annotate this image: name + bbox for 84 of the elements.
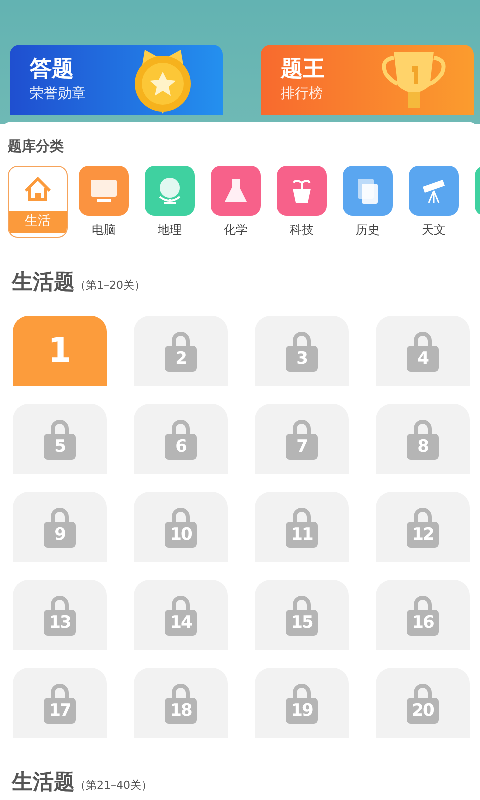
padlock-icon [290,420,314,434]
level-number: 2 [165,346,197,372]
level-button[interactable]: 1 [13,316,107,386]
category-tab[interactable]: 生活 [8,166,68,238]
padlock-icon [411,596,435,610]
category-tab[interactable]: 科技 [272,166,332,238]
level-button[interactable]: 16 [376,580,470,650]
category-label: 电脑 [92,222,116,238]
category-tab[interactable]: 天文 [404,166,464,238]
level-button[interactable]: 18 [134,668,228,738]
level-range: （第1–20关） [75,278,146,293]
banner-title: 题王 [281,56,325,84]
padlock-icon [411,684,435,698]
level-button[interactable]: 11 [255,492,349,562]
banner-card[interactable]: 题王 排行榜 [261,45,474,115]
padlock-icon [169,596,193,610]
section-title: 生活题 [12,269,75,296]
level-number: 1 [48,331,72,371]
padlock-icon [290,596,314,610]
section-heading: 题库分类 [7,138,65,157]
level-number: 3 [286,346,318,372]
level-button[interactable]: 15 [255,580,349,650]
padlock-icon [169,332,193,346]
banner-subtitle: 荣誉勋章 [30,85,86,104]
padlock-icon [290,332,314,346]
level-number: 15 [286,610,318,636]
padlock-icon [169,420,193,434]
level-range: （第21–40关） [75,778,152,793]
level-button[interactable]: 8 [376,404,470,474]
category-label: 地理 [158,222,182,238]
level-button[interactable]: 19 [255,668,349,738]
padlock-icon [290,508,314,522]
level-number: 14 [165,610,197,636]
level-button[interactable]: 17 [13,668,107,738]
padlock-icon [169,508,193,522]
category-label: 生活 [9,211,67,233]
category-tab[interactable]: 电脑 [74,166,134,238]
level-button[interactable]: 13 [13,580,107,650]
padlock-icon [48,508,72,522]
level-number: 11 [286,522,318,548]
level-number: 19 [286,698,318,724]
category-tab[interactable]: 历史 [338,166,398,238]
level-button[interactable]: 20 [376,668,470,738]
banner-title: 答题 [30,56,75,84]
level-button[interactable]: 3 [255,316,349,386]
level-number: 13 [44,610,76,636]
level-button[interactable]: 6 [134,404,228,474]
level-button[interactable]: 4 [376,316,470,386]
category-label: 历史 [356,222,380,238]
padlock-icon [48,420,72,434]
level-number: 9 [44,522,76,548]
level-number: 6 [165,434,197,460]
category-label: 科技 [290,222,314,238]
level-number: 10 [165,522,197,548]
padlock-icon [48,684,72,698]
padlock-icon [411,508,435,522]
padlock-icon [411,420,435,434]
level-number: 16 [407,610,439,636]
level-number: 12 [407,522,439,548]
level-number: 17 [44,698,76,724]
level-button[interactable]: 10 [134,492,228,562]
level-number: 20 [407,698,439,724]
level-number: 18 [165,698,197,724]
level-button[interactable]: 5 [13,404,107,474]
level-button[interactable]: 7 [255,404,349,474]
category-label: 化学 [224,222,248,238]
padlock-icon [169,684,193,698]
banner-subtitle: 排行榜 [281,85,324,104]
category-tab[interactable]: 化学 [206,166,266,238]
level-button[interactable]: 9 [13,492,107,562]
level-button[interactable]: 14 [134,580,228,650]
padlock-icon [48,596,72,610]
level-button[interactable]: 12 [376,492,470,562]
level-number: 8 [407,434,439,460]
padlock-icon [290,684,314,698]
level-button[interactable]: 2 [134,316,228,386]
banner-card[interactable]: 答题 荣誉勋章 [10,45,223,115]
section-title: 生活题 [12,769,75,796]
category-tab[interactable]: 地理 [140,166,200,238]
level-number: 7 [286,434,318,460]
padlock-icon [411,332,435,346]
level-number: 4 [407,346,439,372]
level-number: 5 [44,434,76,460]
category-label: 天文 [422,222,446,238]
